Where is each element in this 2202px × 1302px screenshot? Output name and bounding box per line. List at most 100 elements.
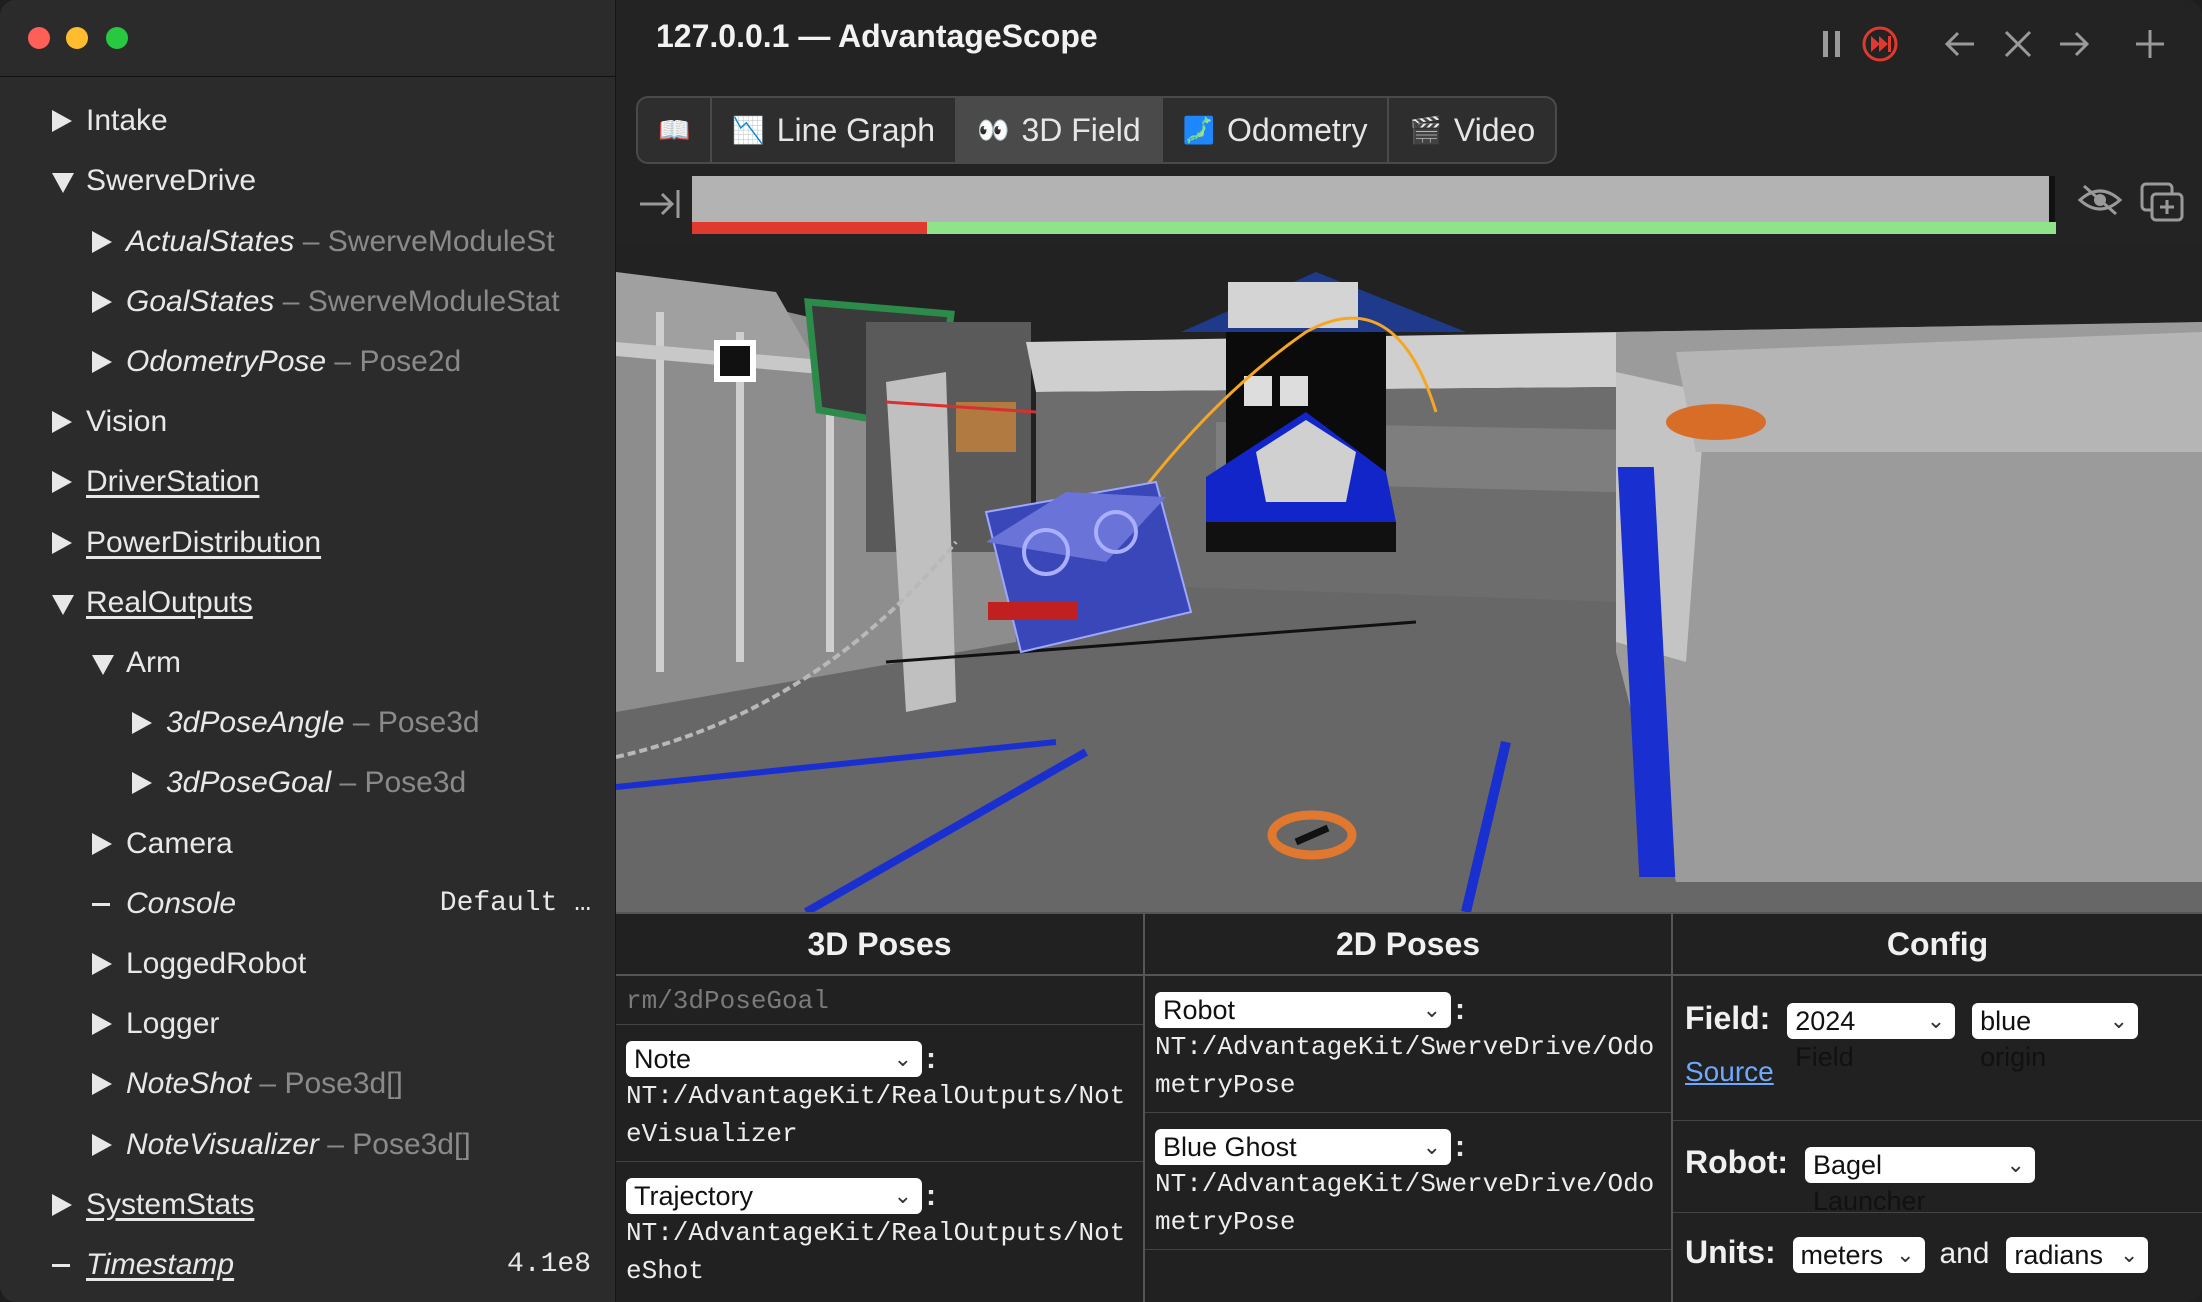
object-type-select[interactable]: Note ⌄ [626,1041,922,1077]
colon: : [1455,1130,1465,1163]
eye-slash-icon[interactable] [2076,182,2124,218]
collapsed-arrow-icon[interactable] [52,411,72,434]
pause-icon[interactable] [1812,24,1852,64]
add-tab-icon[interactable] [2130,24,2170,64]
tree-item[interactable]: LoggedRobot [0,935,615,993]
tree-item[interactable]: OdometryPose – Pose2d [0,333,615,391]
tab-odometry[interactable]: 🗾 Odometry [1163,98,1390,162]
divider [1673,1212,2202,1213]
object-type-select[interactable]: Blue Ghost ⌄ [1155,1129,1451,1165]
pose-entry: Trajectory ⌄: NT:/AdvantageKit/RealOutput… [616,1162,1143,1298]
collapsed-arrow-icon[interactable] [132,772,152,795]
collapsed-arrow-icon[interactable] [92,953,112,975]
tree-item[interactable]: Arm [0,634,615,692]
pose-entry: Robot ⌄: NT:/AdvantageKit/SwerveDrive/Odo… [1145,976,1671,1113]
tree-item[interactable]: ActualStates – SwerveModuleSt [0,213,615,271]
source-link[interactable]: Source [1685,1056,1774,1087]
chevron-down-icon: ⌄ [893,1046,912,1071]
tab-bar: 📖 📉 Line Graph 👀 3D Field 🗾 Odometry 🎬 V… [636,96,1558,164]
object-type-select[interactable]: Robot ⌄ [1155,992,1451,1028]
tree-item[interactable]: RealOutputs [0,574,615,632]
tab-3d-field[interactable]: 👀 3D Field [957,98,1163,162]
chevron-down-icon: ⌄ [2109,1007,2129,1033]
back-icon[interactable] [1940,24,1980,64]
timeline-scrubber[interactable] [692,176,2050,222]
collapsed-arrow-icon[interactable] [92,351,112,373]
tree-item-name: Timestamp [86,1248,235,1281]
chevron-down-icon: ⌄ [2006,1151,2025,1177]
live-icon[interactable] [1860,24,1900,64]
expanded-arrow-icon[interactable] [52,594,74,615]
tree-item-name: Logger [126,1007,220,1041]
length-units-select[interactable]: meters ⌄ [1792,1236,1925,1273]
expanded-arrow-icon[interactable] [92,655,114,675]
app-window: FlywheelsIntakeSwerveDriveActualStates –… [0,0,2202,1302]
tree-item-type: – SwerveModuleStat [274,284,560,318]
collapsed-arrow-icon[interactable] [92,832,112,855]
map-icon: 🗾 [1182,114,1215,145]
collapsed-arrow-icon[interactable] [52,1193,72,1216]
tree-item-label: PowerDistribution [86,514,321,572]
leaf-dash-icon [52,1264,70,1267]
tab-video[interactable]: 🎬 Video [1389,98,1555,162]
tab-docs[interactable]: 📖 [638,98,713,162]
field-select[interactable]: 2024 Field ⌄ [1787,1002,1956,1072]
tree-item[interactable]: NoteVisualizer – Pose3d[] [0,1116,615,1174]
source-link-row: Source [1685,1052,1774,1089]
collapsed-arrow-icon[interactable] [52,531,72,554]
tree-item[interactable]: 3dPoseGoal – Pose3d [0,754,615,812]
robot-select[interactable]: Bagel Launcher ⌄ [1804,1146,2035,1216]
timeline-disabled-range [692,222,927,234]
window-maximize-button[interactable] [106,27,128,49]
window-minimize-button[interactable] [66,27,88,49]
tab-label: 3D Field [1021,111,1141,148]
collapsed-arrow-icon[interactable] [92,290,112,313]
tab-line-graph[interactable]: 📉 Line Graph [712,98,958,162]
angle-units-select[interactable]: radians ⌄ [2006,1236,2149,1273]
origin-select[interactable]: blue origin ⌄ [1972,1002,2139,1072]
forward-icon[interactable] [2054,24,2094,64]
field-3d-viewport[interactable] [616,242,2202,912]
collapsed-arrow-icon[interactable] [52,110,72,133]
collapsed-arrow-icon[interactable] [92,1013,112,1036]
tree-item[interactable]: Intake [0,92,615,150]
config-title: Config [1673,914,2202,976]
speaker-opening [1228,282,1358,328]
tree-item[interactable]: PowerDistribution [0,514,615,572]
collapsed-arrow-icon[interactable] [92,1073,112,1096]
tree-item[interactable]: Logger [0,995,615,1053]
collapsed-arrow-icon[interactable] [52,471,72,494]
tree-item-name: Console [126,886,237,920]
tree-item[interactable]: Camera [0,815,615,873]
expanded-arrow-icon[interactable] [52,173,74,194]
tree-item-name: PowerDistribution [86,525,322,559]
wall-post [656,312,664,672]
colon: : [926,1179,936,1212]
jump-to-end-icon[interactable] [638,186,682,222]
tree-item[interactable]: NoteShot – Pose3d[] [0,1055,615,1113]
source-path: NT:/AdvantageKit/RealOutputs/NoteShot [626,1218,1126,1286]
tree-item[interactable]: Timestamp 4.1e8 [0,1236,615,1294]
close-tab-icon[interactable] [1998,24,2038,64]
timeline-cursor[interactable] [2049,176,2055,222]
tree-item[interactable]: GoalStates – SwerveModuleStat [0,273,615,331]
select-value: Blue Ghost [1163,1132,1297,1162]
tree-item[interactable]: Vision [0,393,615,451]
tree-item[interactable]: DriverStation [0,453,615,511]
tree-item[interactable]: SystemStats [0,1176,615,1234]
collapsed-arrow-icon[interactable] [132,712,152,735]
tree-item[interactable]: 3dPoseAngle – Pose3d [0,694,615,752]
tree-item-type: – Pose3d[] [318,1127,471,1161]
collapsed-arrow-icon[interactable] [92,1133,112,1156]
tree-item[interactable]: SwerveDrive [0,152,615,210]
tree-item-label: DriverStation [86,453,259,511]
popup-window-icon[interactable] [2140,182,2184,222]
bottom-panels: 3D Poses rm/3dPoseGoal Note ⌄: NT:/Advant… [616,912,2202,1302]
tree-item[interactable]: Console Default … [0,875,615,933]
tree-item-label: Arm [126,634,181,692]
tree-item-name: ActualStates [126,224,295,258]
object-type-select[interactable]: Trajectory ⌄ [626,1178,922,1214]
window-close-button[interactable] [28,27,50,49]
collapsed-arrow-icon[interactable] [92,230,112,253]
tree-item-name: Vision [86,405,168,439]
